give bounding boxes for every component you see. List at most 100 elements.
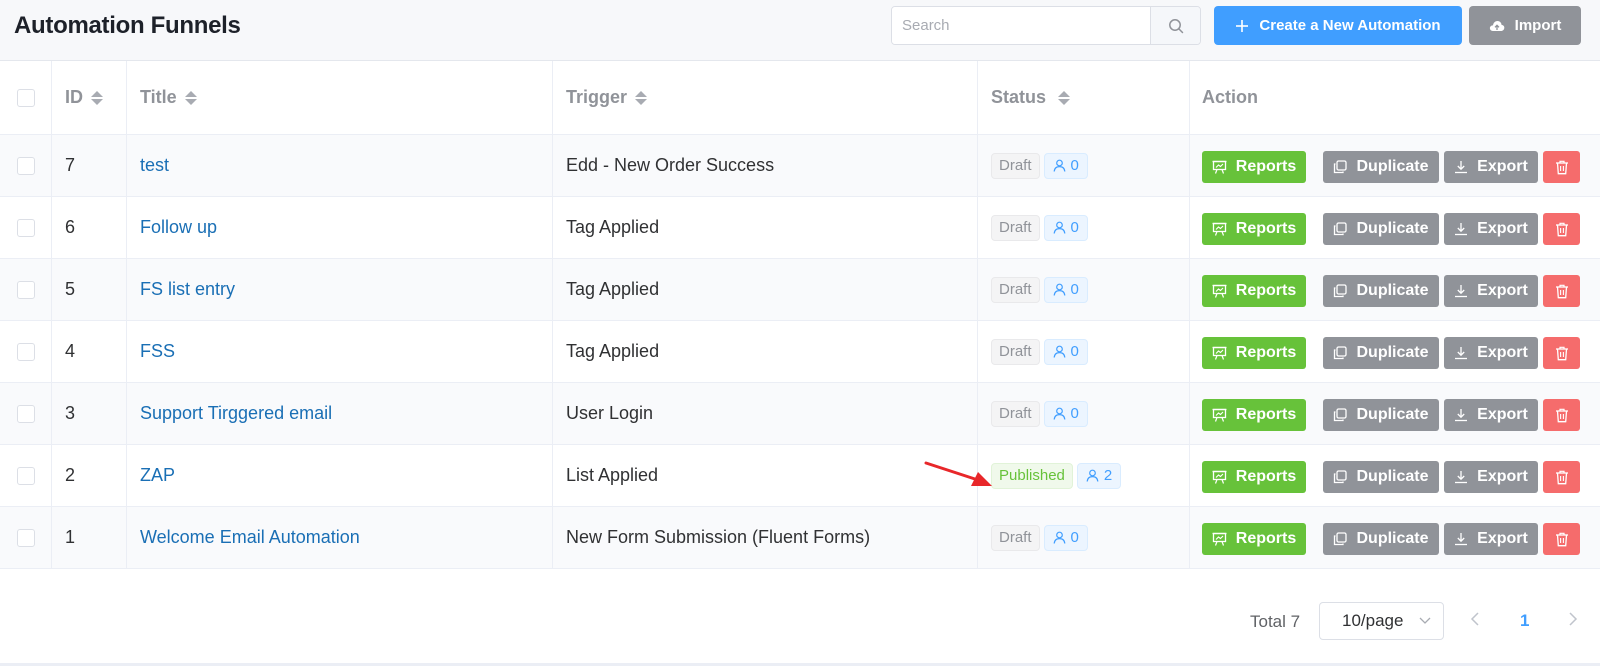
- user-icon: [1053, 221, 1065, 234]
- reports-button[interactable]: Reports: [1202, 275, 1306, 307]
- reports-button[interactable]: Reports: [1202, 523, 1306, 555]
- row-title-link[interactable]: Welcome Email Automation: [140, 527, 360, 548]
- row-checkbox[interactable]: [16, 280, 35, 299]
- duplicate-button[interactable]: Duplicate: [1323, 151, 1439, 183]
- export-button[interactable]: Export: [1444, 275, 1538, 307]
- row-checkbox[interactable]: [16, 342, 35, 361]
- delete-button[interactable]: [1543, 461, 1580, 493]
- row-trigger-cell: List Applied: [553, 445, 978, 506]
- export-button[interactable]: Export: [1444, 523, 1538, 555]
- table-row: 7 test Edd - New Order Success Draft 0 R…: [0, 135, 1600, 197]
- subscriber-count: 0: [1070, 405, 1079, 422]
- row-checkbox[interactable]: [16, 528, 35, 547]
- row-status-cell: Published 2: [978, 445, 1190, 506]
- export-button[interactable]: Export: [1444, 461, 1538, 493]
- delete-button[interactable]: [1543, 399, 1580, 431]
- row-select-cell: [0, 321, 52, 382]
- page-number-current[interactable]: 1: [1520, 611, 1529, 631]
- select-all-checkbox[interactable]: [16, 88, 35, 107]
- row-title-link[interactable]: ZAP: [140, 465, 175, 486]
- duplicate-button[interactable]: Duplicate: [1323, 275, 1439, 307]
- row-title-link[interactable]: FS list entry: [140, 279, 235, 300]
- reports-button[interactable]: Reports: [1202, 399, 1306, 431]
- row-action-cell: Reports Duplicate Export: [1190, 321, 1600, 382]
- export-button[interactable]: Export: [1444, 151, 1538, 183]
- reports-button[interactable]: Reports: [1202, 151, 1306, 183]
- subscriber-count-badge[interactable]: 0: [1043, 400, 1088, 427]
- pagination-total: Total 7: [1250, 612, 1301, 631]
- row-title-link[interactable]: test: [140, 155, 169, 176]
- copy-icon: [1334, 408, 1348, 422]
- subscriber-count-badge[interactable]: 0: [1043, 152, 1088, 179]
- sort-icon[interactable]: [91, 90, 103, 105]
- duplicate-button[interactable]: Duplicate: [1323, 337, 1439, 369]
- presentation-chart-icon: [1212, 346, 1227, 360]
- duplicate-label: Duplicate: [1356, 406, 1429, 423]
- row-title-link[interactable]: FSS: [140, 341, 175, 362]
- status-badge: Draft: [991, 400, 1040, 427]
- row-action-cell: Reports Duplicate Export: [1190, 259, 1600, 320]
- cloud-upload-icon: [1489, 20, 1504, 31]
- delete-button[interactable]: [1543, 523, 1580, 555]
- row-status-cell: Draft 0: [978, 197, 1190, 258]
- search-box[interactable]: [891, 6, 1201, 45]
- export-button[interactable]: Export: [1444, 337, 1538, 369]
- download-icon: [1455, 223, 1468, 236]
- subscriber-count-badge[interactable]: 0: [1043, 338, 1088, 365]
- next-page-icon[interactable]: [1568, 611, 1578, 627]
- row-title-cell: FSS: [127, 321, 553, 382]
- row-trigger: Tag Applied: [566, 217, 660, 237]
- row-title-link[interactable]: Support Tirggered email: [140, 403, 332, 424]
- row-checkbox[interactable]: [16, 466, 35, 485]
- row-checkbox[interactable]: [16, 156, 35, 175]
- column-trigger-header[interactable]: Trigger: [553, 61, 978, 134]
- chevron-down-icon: [1419, 617, 1431, 624]
- export-label: Export: [1477, 220, 1528, 237]
- row-title-link[interactable]: Follow up: [140, 217, 217, 238]
- reports-button[interactable]: Reports: [1202, 337, 1306, 369]
- page-header: Automation Funnels Create a New Automati…: [0, 0, 1600, 61]
- duplicate-button[interactable]: Duplicate: [1323, 399, 1439, 431]
- row-checkbox[interactable]: [16, 404, 35, 423]
- prev-page-icon[interactable]: [1470, 611, 1480, 627]
- column-id-header[interactable]: ID: [52, 61, 127, 134]
- row-action-cell: Reports Duplicate Export: [1190, 383, 1600, 444]
- reports-label: Reports: [1235, 406, 1297, 423]
- export-button[interactable]: Export: [1444, 399, 1538, 431]
- sort-icon[interactable]: [184, 90, 197, 105]
- export-button[interactable]: Export: [1444, 213, 1538, 245]
- subscriber-count-badge[interactable]: 2: [1076, 462, 1122, 489]
- duplicate-button[interactable]: Duplicate: [1323, 461, 1439, 493]
- sort-icon[interactable]: [635, 90, 648, 105]
- subscriber-count-badge[interactable]: 0: [1043, 214, 1088, 241]
- subscriber-count-badge[interactable]: 0: [1043, 276, 1088, 303]
- row-status-cell: Draft 0: [978, 507, 1190, 568]
- user-icon: [1053, 531, 1065, 544]
- row-select-cell: [0, 135, 52, 196]
- duplicate-button[interactable]: Duplicate: [1323, 213, 1439, 245]
- search-button[interactable]: [1150, 7, 1200, 44]
- duplicate-button[interactable]: Duplicate: [1323, 523, 1439, 555]
- row-checkbox[interactable]: [16, 218, 35, 237]
- delete-button[interactable]: [1543, 213, 1580, 245]
- delete-button[interactable]: [1543, 151, 1580, 183]
- column-status-header[interactable]: Status: [978, 61, 1190, 134]
- row-title-cell: Welcome Email Automation: [127, 507, 553, 568]
- row-trigger-cell: Tag Applied: [553, 259, 978, 320]
- export-label: Export: [1477, 158, 1528, 175]
- reports-button[interactable]: Reports: [1202, 213, 1306, 245]
- delete-button[interactable]: [1543, 275, 1580, 307]
- reports-button[interactable]: Reports: [1202, 461, 1306, 493]
- subscriber-count-badge[interactable]: 0: [1043, 524, 1088, 551]
- column-title-header[interactable]: Title: [127, 61, 553, 134]
- delete-button[interactable]: [1543, 337, 1580, 369]
- row-id-cell: 5: [52, 259, 127, 320]
- sort-icon[interactable]: [1058, 90, 1071, 105]
- import-button[interactable]: Import: [1469, 6, 1581, 45]
- column-trigger-label: Trigger: [566, 87, 628, 107]
- create-automation-button[interactable]: Create a New Automation: [1214, 6, 1462, 45]
- search-input[interactable]: [892, 7, 1152, 44]
- copy-icon: [1334, 160, 1348, 174]
- page-size-select[interactable]: 10/page: [1319, 602, 1444, 640]
- pagination: Total 7 10/page 1: [0, 583, 1600, 666]
